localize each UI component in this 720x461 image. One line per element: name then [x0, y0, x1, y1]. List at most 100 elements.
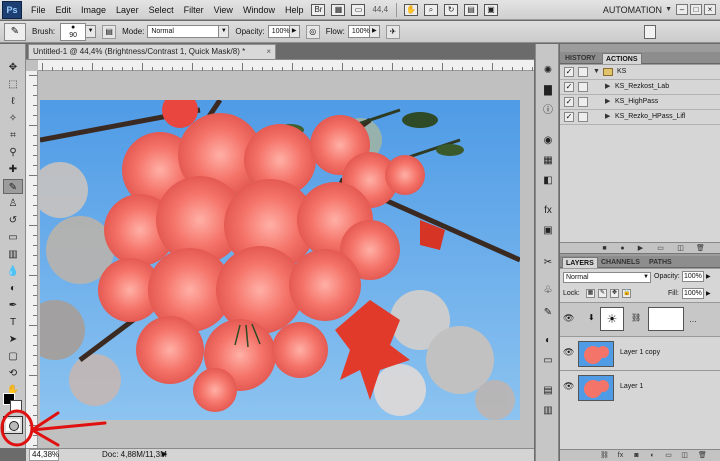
new-group-icon[interactable]: ▭ [664, 451, 673, 460]
blend-mode-select[interactable]: Normal ▼ [563, 272, 651, 283]
eyedropper-tool-icon[interactable]: ⚲ [3, 145, 23, 160]
layer-name[interactable]: Layer 1 copy [620, 349, 660, 356]
link-layers-icon[interactable]: ⛓ [600, 451, 609, 460]
lasso-tool-icon[interactable]: ℓ [3, 94, 23, 109]
action-dialog-toggle[interactable] [578, 112, 588, 122]
brush-tool-icon[interactable]: ✎ [3, 179, 23, 194]
menu-image[interactable]: Image [76, 0, 111, 20]
dodge-tool-icon[interactable]: ◐ [3, 281, 23, 296]
chevron-right-icon[interactable]: ▶ [605, 80, 610, 94]
styles-icon[interactable]: ◧ [540, 174, 556, 188]
action-enabled-checkbox[interactable]: ✓ [564, 112, 574, 122]
move-tool-icon[interactable]: ✥ [3, 60, 23, 75]
quick-selection-tool-icon[interactable]: ✧ [3, 111, 23, 126]
action-enabled-checkbox[interactable]: ✓ [564, 97, 574, 107]
history-brush-tool-icon[interactable]: ↺ [3, 213, 23, 228]
action-dialog-toggle[interactable] [578, 97, 588, 107]
shape-tool-icon[interactable]: ▢ [3, 349, 23, 364]
airbrush-icon[interactable]: ✈ [385, 24, 400, 39]
close-icon[interactable]: × [704, 4, 716, 15]
chevron-right-icon[interactable]: ▶ [605, 95, 610, 109]
canvas-image[interactable] [40, 100, 520, 420]
brush-panel-toggle-icon[interactable]: ▤ [102, 24, 117, 39]
fill-arrow-icon[interactable]: ▶ [706, 290, 711, 297]
arrange-documents-icon[interactable]: ▤ [464, 3, 479, 16]
chevron-down-icon[interactable]: ▼ [593, 65, 600, 79]
gradient-tool-icon[interactable]: ▥ [3, 247, 23, 262]
minimize-icon[interactable]: – [676, 4, 688, 15]
trash-icon[interactable]: 🗑 [698, 451, 707, 460]
chevron-down-icon[interactable]: ▼ [665, 6, 672, 13]
menu-window[interactable]: Window [238, 0, 280, 20]
eye-icon[interactable]: 👁 [563, 347, 574, 357]
bridge-icon[interactable]: Br [311, 3, 326, 16]
chevron-right-icon[interactable]: ▶ [605, 110, 610, 124]
background-color-swatch[interactable] [10, 400, 22, 412]
action-enabled-checkbox[interactable]: ✓ [564, 67, 574, 77]
type-tool-icon[interactable]: T [3, 315, 23, 330]
action-row[interactable]: ✓ ▶ KS_HighPass [560, 95, 720, 110]
pen-tool-icon[interactable]: ✒ [3, 298, 23, 313]
action-dialog-toggle[interactable] [578, 67, 588, 77]
action-enabled-checkbox[interactable]: ✓ [564, 82, 574, 92]
info-icon[interactable]: ⓘ [540, 104, 556, 118]
color-icon[interactable]: ◉ [540, 134, 556, 148]
masks-icon[interactable]: ▣ [540, 224, 556, 238]
opacity-slider-arrow[interactable]: ▶ [289, 25, 300, 38]
tab-paths[interactable]: PATHS [646, 257, 675, 268]
adjustment-layer-icon[interactable]: ◐ [648, 451, 657, 460]
layer-style-icon[interactable]: fx [616, 451, 625, 460]
stop-icon[interactable]: ■ [600, 244, 609, 253]
lock-transparency-icon[interactable]: ▦ [586, 289, 595, 298]
pressure-opacity-icon[interactable]: ◎ [305, 24, 320, 39]
new-action-icon[interactable]: ◫ [676, 244, 685, 253]
menu-select[interactable]: Select [144, 0, 179, 20]
zoom-tool-icon[interactable]: ⌕ [424, 3, 439, 16]
screen-mode-icon[interactable]: ▣ [484, 3, 499, 16]
vertical-ruler[interactable] [26, 71, 38, 449]
hand-tool-icon[interactable]: ✋ [404, 3, 419, 16]
zoom-level-readout[interactable]: 44,4 [372, 5, 388, 14]
quick-mask-mode-button[interactable] [3, 416, 23, 434]
layer-row[interactable]: 👁 Layer 1 copy [560, 336, 720, 370]
maximize-icon[interactable]: □ [690, 4, 702, 15]
layer-row[interactable]: 👁 Layer 1 [560, 370, 720, 404]
lock-position-icon[interactable]: ✥ [610, 289, 619, 298]
menu-edit[interactable]: Edit [51, 0, 77, 20]
action-set-row[interactable]: ✓ ▼ KS [560, 65, 720, 80]
record-icon[interactable]: ● [618, 244, 627, 253]
action-row[interactable]: ✓ ▶ KS_Rezko_HPass_Lifl [560, 110, 720, 125]
tab-actions[interactable]: ACTIONS [602, 53, 642, 64]
eye-icon[interactable]: 👁 [563, 313, 574, 323]
status-zoom-input[interactable]: 44,38% [29, 449, 59, 461]
rotate-view-icon[interactable]: ↻ [444, 3, 459, 16]
lock-pixels-icon[interactable]: ✎ [598, 289, 607, 298]
healing-brush-tool-icon[interactable]: ✚ [3, 162, 23, 177]
mode-select-arrow[interactable]: ▼ [219, 25, 230, 38]
action-row[interactable]: ✓ ▶ KS_Rezkost_Lab [560, 80, 720, 95]
new-set-icon[interactable]: ▭ [656, 244, 665, 253]
action-dialog-toggle[interactable] [578, 82, 588, 92]
layer-name[interactable]: Layer 1 [620, 383, 643, 390]
mode-select[interactable]: Normal [147, 25, 220, 38]
brush-tool-preset-icon[interactable]: ✎ [4, 22, 26, 41]
menu-layer[interactable]: Layer [111, 0, 144, 20]
path-selection-tool-icon[interactable]: ➤ [3, 332, 23, 347]
eraser-tool-icon[interactable]: ▭ [3, 230, 23, 245]
marquee-tool-icon[interactable]: ⬚ [3, 77, 23, 92]
layer-comps-icon[interactable]: ▥ [540, 404, 556, 418]
layer-mask-thumbnail[interactable] [648, 307, 684, 331]
swatches-icon[interactable]: ▦ [540, 154, 556, 168]
horizontal-ruler[interactable] [38, 60, 534, 71]
brush-picker-arrow[interactable]: ▼ [86, 25, 97, 38]
tab-layers[interactable]: LAYERS [562, 257, 598, 268]
eye-icon[interactable]: 👁 [563, 381, 574, 391]
document-icon[interactable] [644, 25, 656, 39]
crop-tool-icon[interactable]: ⌗ [3, 128, 23, 143]
status-menu-arrow-icon[interactable]: ▶ [162, 449, 167, 461]
tools-icon[interactable]: ✂ [540, 256, 556, 270]
clone-stamp-tool-icon[interactable]: ♙ [3, 196, 23, 211]
layer-opacity-input[interactable]: 100% [682, 271, 704, 282]
tab-channels[interactable]: CHANNELS [598, 257, 643, 268]
paragraph-icon[interactable]: ▭ [540, 354, 556, 368]
